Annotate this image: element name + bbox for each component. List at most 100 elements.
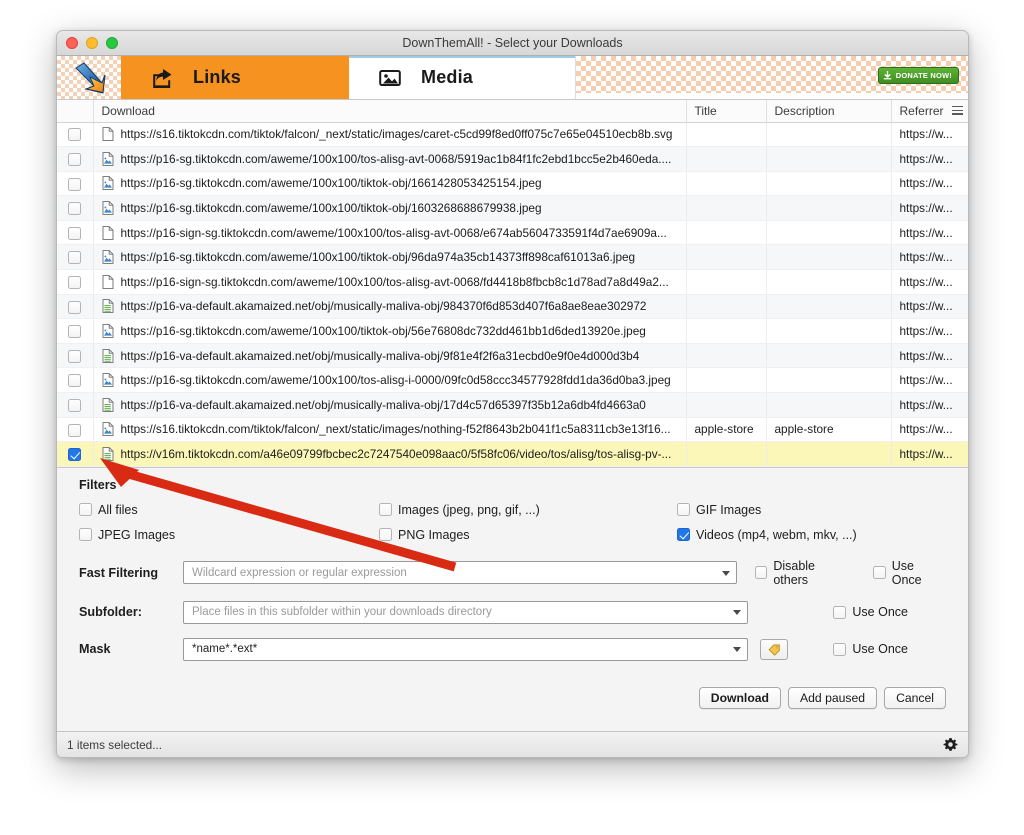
referrer-cell: https://w... — [891, 392, 968, 418]
fast-filtering-use-once-checkbox[interactable]: Use Once — [872, 559, 946, 587]
filter-checkbox-box[interactable] — [79, 503, 92, 517]
row-checkbox[interactable] — [68, 202, 82, 216]
table-row[interactable]: https://s16.tiktokcdn.com/tiktok/falcon/… — [57, 122, 968, 148]
fast-filtering-row: Fast Filtering Wildcard expression or re… — [79, 559, 946, 587]
download-url-cell: https://p16-sign-sg.tiktokcdn.com/aweme/… — [93, 220, 687, 246]
filter-checkbox[interactable]: Images (jpeg, png, gif, ...) — [379, 503, 677, 517]
row-checkbox[interactable] — [68, 448, 82, 462]
description-cell — [766, 367, 892, 394]
table-row[interactable]: https://p16-sg.tiktokcdn.com/aweme/100x1… — [57, 244, 968, 271]
column-header-select-all[interactable] — [57, 100, 94, 123]
table-row[interactable]: https://p16-va-default.akamaized.net/obj… — [57, 392, 968, 418]
row-select-cell[interactable] — [57, 269, 94, 295]
row-checkbox[interactable] — [68, 251, 82, 265]
row-checkbox[interactable] — [68, 325, 82, 339]
tab-links[interactable]: Links — [121, 56, 349, 99]
row-select-cell[interactable] — [57, 220, 94, 246]
filter-checkbox[interactable]: All files — [79, 503, 379, 517]
mask-tag-button[interactable] — [760, 638, 788, 660]
column-header-description[interactable]: Description — [766, 100, 892, 123]
table-row[interactable]: https://p16-sg.tiktokcdn.com/aweme/100x1… — [57, 367, 968, 394]
download-button[interactable]: Download — [698, 686, 781, 709]
mask-value: *name*.*ext* — [192, 643, 258, 656]
filter-checkbox-box[interactable] — [379, 503, 392, 517]
video-file-icon — [102, 299, 113, 314]
row-checkbox[interactable] — [68, 226, 82, 240]
filter-checkbox-label: GIF Images — [696, 502, 762, 517]
filter-checkbox-label: Videos (mp4, webm, mkv, ...) — [696, 527, 857, 542]
subfolder-use-once-checkbox[interactable]: Use Once — [833, 605, 908, 619]
subfolder-input[interactable]: Place files in this subfolder within you… — [183, 600, 748, 624]
mask-use-once-box[interactable] — [833, 642, 847, 656]
fast-filtering-use-once-box[interactable] — [872, 566, 886, 580]
table-row[interactable]: https://p16-sign-sg.tiktokcdn.com/aweme/… — [57, 269, 968, 295]
subfolder-use-once-label: Use Once — [852, 605, 908, 620]
add-paused-button[interactable]: Add paused — [788, 686, 878, 709]
donate-button[interactable]: DONATE NOW! — [877, 67, 959, 84]
table-row[interactable]: https://v16m.tiktokcdn.com/a46e09799fbcb… — [57, 441, 968, 467]
row-select-cell[interactable] — [57, 294, 94, 320]
row-checkbox[interactable] — [68, 423, 82, 437]
row-select-cell[interactable] — [57, 392, 94, 418]
row-select-cell[interactable] — [57, 417, 94, 443]
row-select-cell[interactable] — [57, 367, 94, 394]
row-select-cell[interactable] — [57, 122, 94, 148]
filter-checkbox-box[interactable] — [79, 528, 92, 542]
fast-filtering-input[interactable]: Wildcard expression or regular expressio… — [183, 561, 737, 585]
row-checkbox[interactable] — [68, 374, 82, 388]
table-row[interactable]: https://p16-sg.tiktokcdn.com/aweme/100x1… — [57, 195, 968, 221]
filter-checkbox-box[interactable] — [379, 528, 392, 542]
table-row[interactable]: https://p16-va-default.akamaized.net/obj… — [57, 294, 968, 320]
row-checkbox[interactable] — [68, 399, 82, 413]
filter-checkbox[interactable]: JPEG Images — [79, 528, 379, 542]
url-with-icon: https://p16-va-default.akamaized.net/obj… — [102, 349, 678, 363]
chevron-down-icon[interactable] — [733, 610, 741, 616]
table-row[interactable]: https://p16-sg.tiktokcdn.com/aweme/100x1… — [57, 146, 968, 172]
row-select-cell[interactable] — [57, 318, 94, 344]
cancel-button[interactable]: Cancel — [884, 686, 946, 709]
row-checkbox[interactable] — [68, 153, 82, 167]
chevron-down-icon[interactable] — [733, 647, 741, 653]
row-select-cell[interactable] — [57, 146, 94, 172]
row-checkbox[interactable] — [68, 177, 82, 191]
filter-checkbox-box[interactable] — [677, 503, 690, 517]
url-with-icon: https://s16.tiktokcdn.com/tiktok/falcon/… — [102, 422, 678, 436]
column-header-title[interactable]: Title — [686, 100, 767, 123]
table-row[interactable]: https://p16-sg.tiktokcdn.com/aweme/100x1… — [57, 318, 968, 344]
table-row[interactable]: https://p16-sign-sg.tiktokcdn.com/aweme/… — [57, 220, 968, 246]
column-header-referrer[interactable]: Referrer — [891, 100, 968, 123]
row-select-cell[interactable] — [57, 441, 94, 467]
tab-media[interactable]: Media — [349, 56, 575, 99]
column-header-download[interactable]: Download — [93, 100, 687, 123]
mask-use-once-checkbox[interactable]: Use Once — [833, 642, 908, 656]
row-checkbox[interactable] — [68, 300, 82, 314]
description-cell — [766, 392, 892, 418]
gear-icon[interactable] — [943, 737, 958, 752]
url-with-icon: https://s16.tiktokcdn.com/tiktok/falcon/… — [102, 127, 678, 141]
table-row[interactable]: https://p16-sg.tiktokcdn.com/aweme/100x1… — [57, 171, 968, 197]
row-select-cell[interactable] — [57, 195, 94, 221]
filter-checkbox[interactable]: PNG Images — [379, 528, 677, 542]
row-select-cell[interactable] — [57, 171, 94, 197]
image-file-icon — [102, 176, 113, 191]
table-row[interactable]: https://p16-va-default.akamaized.net/obj… — [57, 343, 968, 369]
row-select-cell[interactable] — [57, 343, 94, 369]
row-checkbox[interactable] — [68, 276, 82, 290]
filter-checkbox[interactable]: GIF Images — [677, 503, 946, 517]
description-cell — [766, 294, 892, 320]
row-checkbox[interactable] — [68, 128, 82, 142]
subfolder-use-once-box[interactable] — [833, 605, 847, 619]
filter-checkbox[interactable]: Videos (mp4, webm, mkv, ...) — [677, 528, 946, 542]
row-checkbox[interactable] — [68, 349, 82, 363]
mask-input[interactable]: *name*.*ext* — [183, 637, 748, 661]
table-row[interactable]: https://s16.tiktokcdn.com/tiktok/falcon/… — [57, 417, 968, 443]
referrer-cell: https://w... — [891, 417, 968, 443]
hamburger-menu-icon[interactable] — [952, 106, 963, 117]
title-cell — [686, 220, 767, 246]
description-cell — [766, 195, 892, 221]
disable-others-box[interactable] — [754, 566, 768, 580]
filter-checkbox-box[interactable] — [677, 528, 690, 542]
disable-others-checkbox[interactable]: Disable others — [754, 559, 852, 587]
chevron-down-icon[interactable] — [721, 570, 730, 576]
row-select-cell[interactable] — [57, 244, 94, 271]
